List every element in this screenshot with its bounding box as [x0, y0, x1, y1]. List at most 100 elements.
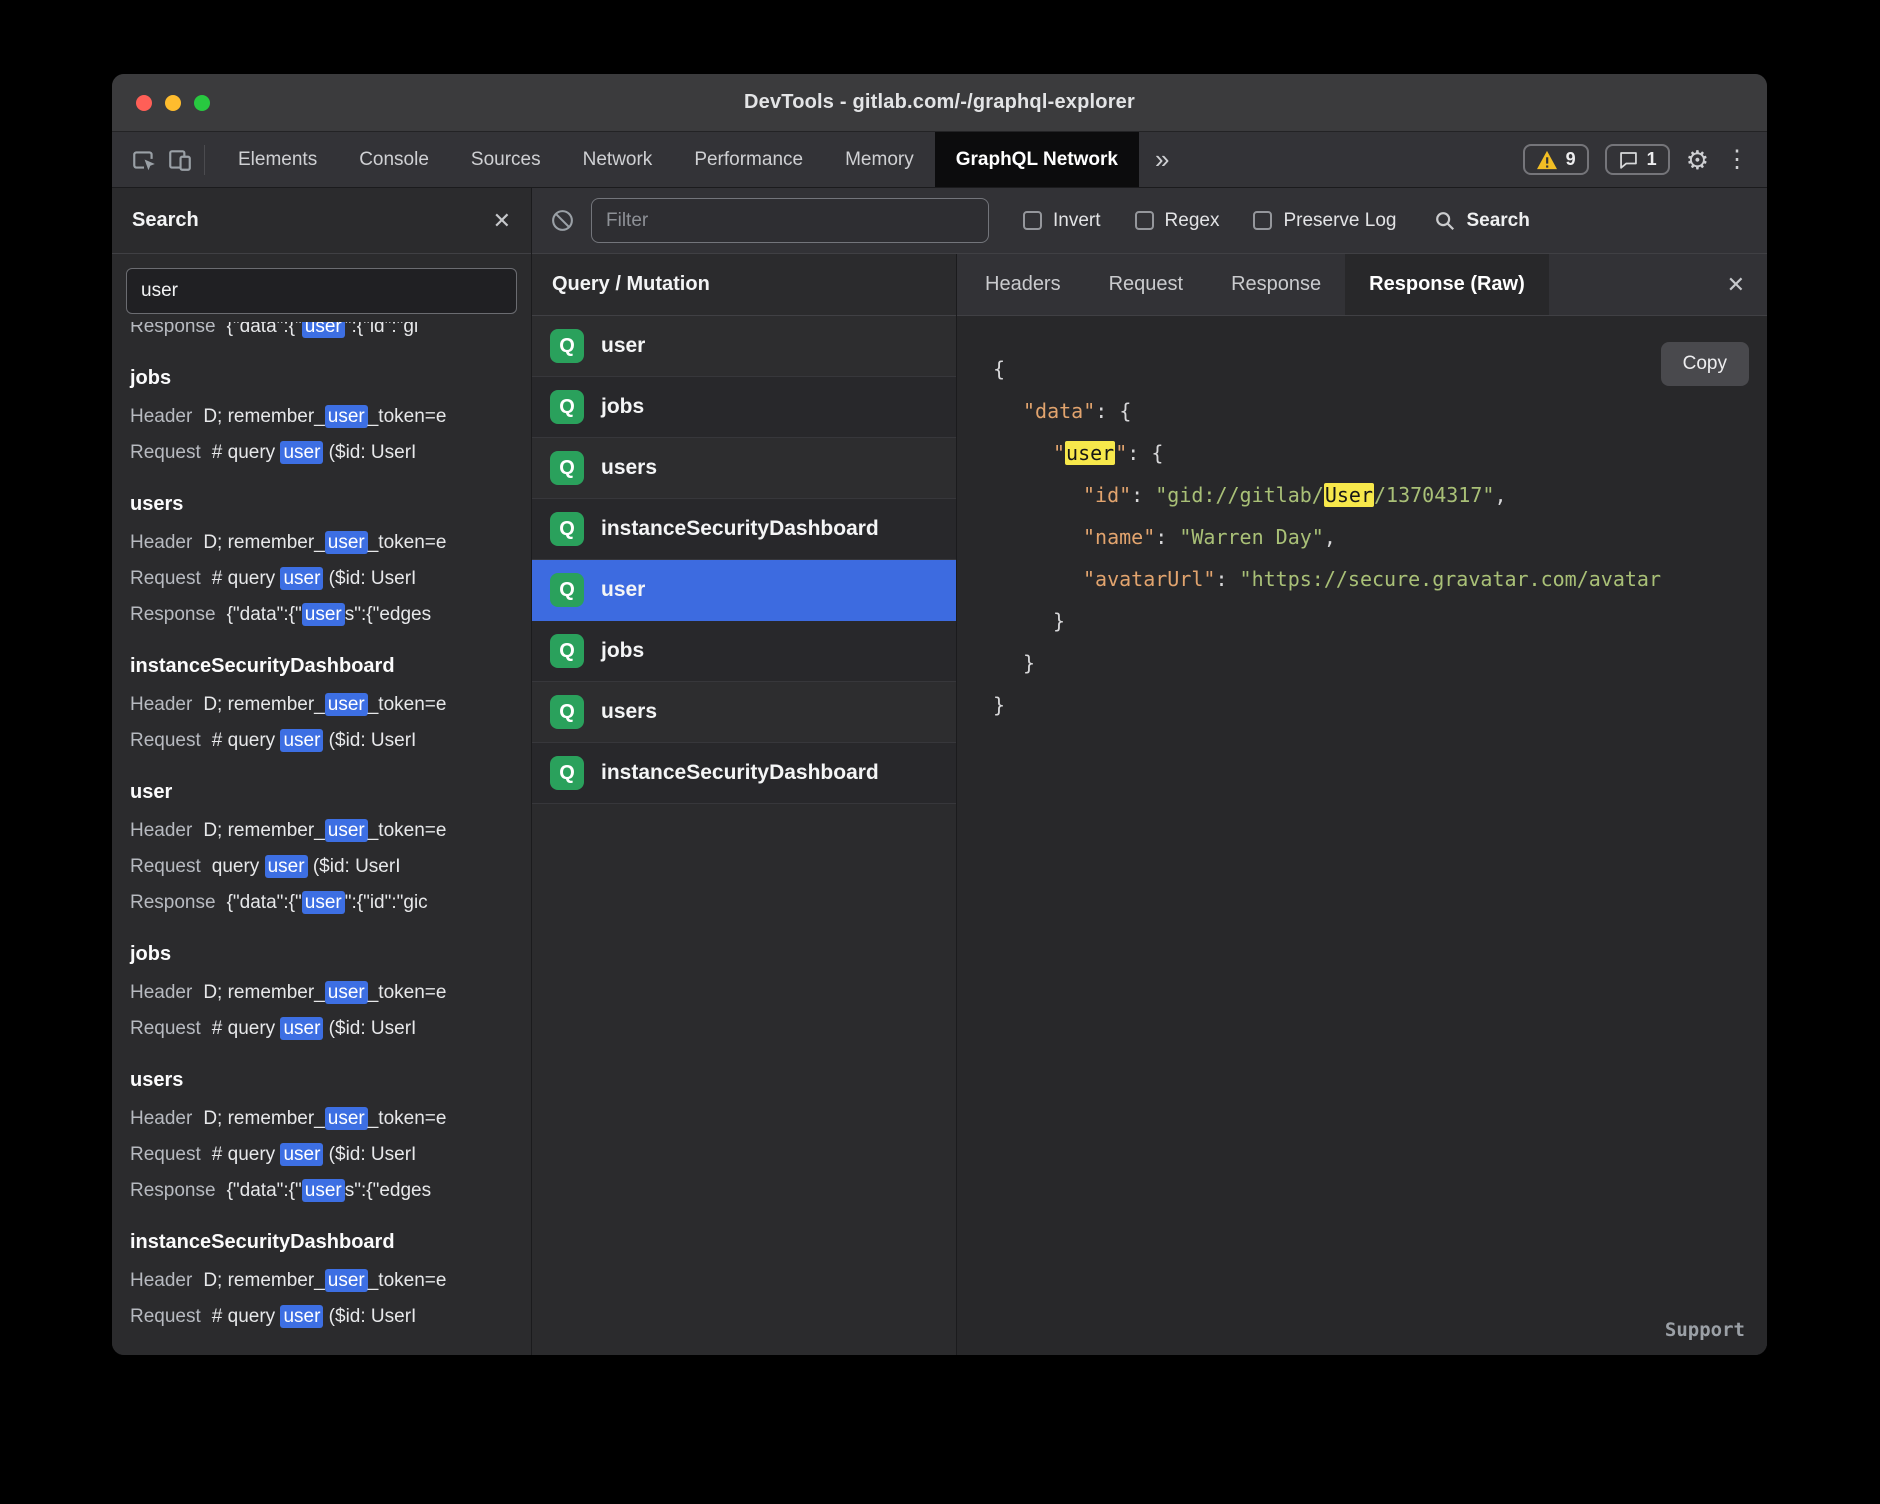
query-list-item-selected[interactable]: Quser [532, 560, 956, 621]
search-result-line[interactable]: HeaderD; remember_user_token=e [130, 1263, 531, 1299]
support-link[interactable]: Support [1665, 1319, 1745, 1341]
search-result-line[interactable]: HeaderD; remember_user_token=e [130, 1101, 531, 1137]
tab-network[interactable]: Network [562, 132, 674, 187]
json-line: } [993, 600, 1767, 642]
search-result-line[interactable]: Response{"data":{"users":{"edges [130, 597, 531, 633]
search-result-group-title[interactable]: users [130, 484, 531, 525]
search-result-line[interactable]: Request# query user ($id: UserI [130, 561, 531, 597]
search-panel: Search ✕ Response{"data":{"user":{"id":"… [112, 188, 532, 1355]
search-panel-title: Search [132, 209, 493, 232]
query-type-badge: Q [550, 573, 584, 607]
search-result-line[interactable]: Request# query user ($id: UserI [130, 723, 531, 759]
search-match-highlight: user [325, 1269, 368, 1292]
checkbox-label: Preserve Log [1283, 210, 1396, 232]
search-result-line[interactable]: Request# query user ($id: UserI [130, 1011, 531, 1047]
search-result-group: jobsHeaderD; remember_user_token=eReques… [130, 358, 531, 471]
magnifier-icon [1434, 210, 1456, 232]
checkbox-preserve-log[interactable]: Preserve Log [1253, 210, 1396, 232]
search-result-line[interactable]: HeaderD; remember_user_token=e [130, 525, 531, 561]
search-result-line[interactable]: Request# query user ($id: UserI [130, 1137, 531, 1173]
search-result-line[interactable]: Response{"data":{"user":{"id":"gi [130, 322, 531, 345]
search-match-highlight: user [325, 1107, 368, 1130]
search-match-highlight: user [280, 1017, 323, 1040]
detail-tab-headers[interactable]: Headers [961, 254, 1085, 315]
search-input[interactable] [126, 268, 517, 314]
tab-performance[interactable]: Performance [673, 132, 824, 187]
titlebar[interactable]: DevTools - gitlab.com/-/graphql-explorer [112, 74, 1767, 132]
query-list-item[interactable]: Qusers [532, 682, 956, 743]
more-tabs-button[interactable]: » [1139, 144, 1185, 175]
checkbox-invert[interactable]: Invert [1023, 210, 1101, 232]
query-type-badge: Q [550, 451, 584, 485]
result-line-label: Request [130, 568, 201, 589]
detail-tabs-strip: HeadersRequestResponseResponse (Raw) [961, 254, 1549, 315]
search-result-group-title[interactable]: users [130, 1060, 531, 1101]
search-match-highlight: user [302, 1179, 345, 1202]
close-detail-icon[interactable]: ✕ [1705, 254, 1767, 315]
close-search-panel-icon[interactable]: ✕ [493, 210, 511, 232]
detail-tab-response[interactable]: Response [1207, 254, 1345, 315]
clear-log-icon[interactable] [550, 208, 575, 233]
search-match-highlight: user [302, 891, 345, 914]
query-panel-title: Query / Mutation [532, 254, 956, 316]
tab-console[interactable]: Console [338, 132, 450, 187]
json-line: } [993, 684, 1767, 726]
kebab-menu-icon[interactable]: ⋮ [1725, 148, 1749, 172]
devtools-window: DevTools - gitlab.com/-/graphql-explorer… [112, 74, 1767, 1355]
query-list-item[interactable]: Quser [532, 316, 956, 377]
search-result-line[interactable]: HeaderD; remember_user_token=e [130, 975, 531, 1011]
detail-tab-request[interactable]: Request [1085, 254, 1208, 315]
detail-tabs: HeadersRequestResponseResponse (Raw) ✕ [957, 254, 1767, 316]
window-controls [136, 74, 210, 131]
query-list-item[interactable]: Qjobs [532, 377, 956, 438]
search-result-line[interactable]: HeaderD; remember_user_token=e [130, 687, 531, 723]
search-result-line[interactable]: Response{"data":{"users":{"edges [130, 1173, 531, 1209]
search-result-group-title[interactable]: jobs [130, 934, 531, 975]
zoom-window-button[interactable] [194, 95, 210, 111]
search-result-group-title[interactable]: instanceSecurityDashboard [130, 646, 531, 687]
search-results: Response{"data":{"user":{"id":"gijobsHea… [112, 322, 531, 1355]
toolbar-divider [204, 145, 205, 175]
json-line: "name": "Warren Day", [993, 516, 1767, 558]
minimize-window-button[interactable] [165, 95, 181, 111]
filter-input[interactable] [591, 198, 989, 243]
device-toolbar-icon[interactable] [162, 142, 198, 178]
json-line: "id": "gid://gitlab/User/13704317", [993, 474, 1767, 516]
tab-sources[interactable]: Sources [450, 132, 562, 187]
copy-button[interactable]: Copy [1661, 342, 1749, 386]
inspect-element-icon[interactable] [126, 142, 162, 178]
search-match-highlight: user [325, 819, 368, 842]
search-result-line[interactable]: Requestquery user ($id: UserI [130, 849, 531, 885]
warnings-badge[interactable]: 9 [1523, 144, 1589, 175]
search-result-line[interactable]: HeaderD; remember_user_token=e [130, 813, 531, 849]
checkbox-regex[interactable]: Regex [1135, 210, 1220, 232]
tab-graphql-network[interactable]: GraphQL Network [935, 132, 1139, 187]
query-list-item[interactable]: Qusers [532, 438, 956, 499]
messages-badge[interactable]: 1 [1605, 144, 1670, 175]
result-line-label: Request [130, 856, 201, 877]
search-match-highlight: user [325, 693, 368, 716]
search-match-highlight: user [280, 1143, 323, 1166]
tab-memory[interactable]: Memory [824, 132, 935, 187]
tab-elements[interactable]: Elements [217, 132, 338, 187]
query-list-item[interactable]: QinstanceSecurityDashboard [532, 743, 956, 804]
result-line-label: Request [130, 1306, 201, 1327]
search-result-group-title[interactable]: instanceSecurityDashboard [130, 1222, 531, 1263]
main-tabs: ElementsConsoleSourcesNetworkPerformance… [217, 132, 1139, 187]
detail-tab-response-raw[interactable]: Response (Raw) [1345, 254, 1549, 315]
search-result-group-title[interactable]: jobs [130, 358, 531, 399]
search-match-highlight: user [325, 531, 368, 554]
search-result-line[interactable]: HeaderD; remember_user_token=e [130, 399, 531, 435]
search-result-line[interactable]: Request# query user ($id: UserI [130, 1299, 531, 1335]
close-window-button[interactable] [136, 95, 152, 111]
settings-gear-icon[interactable]: ⚙ [1686, 147, 1709, 173]
query-list-item[interactable]: QinstanceSecurityDashboard [532, 499, 956, 560]
result-line-label: Header [130, 406, 192, 427]
search-button[interactable]: Search [1434, 210, 1529, 232]
result-line-label: Request [130, 1144, 201, 1165]
search-result-line[interactable]: Request# query user ($id: UserI [130, 435, 531, 471]
search-result-group-title[interactable]: user [130, 772, 531, 813]
query-list-item[interactable]: Qjobs [532, 621, 956, 682]
search-result-line[interactable]: Response{"data":{"user":{"id":"gic [130, 885, 531, 921]
search-match-highlight: user [265, 855, 308, 878]
